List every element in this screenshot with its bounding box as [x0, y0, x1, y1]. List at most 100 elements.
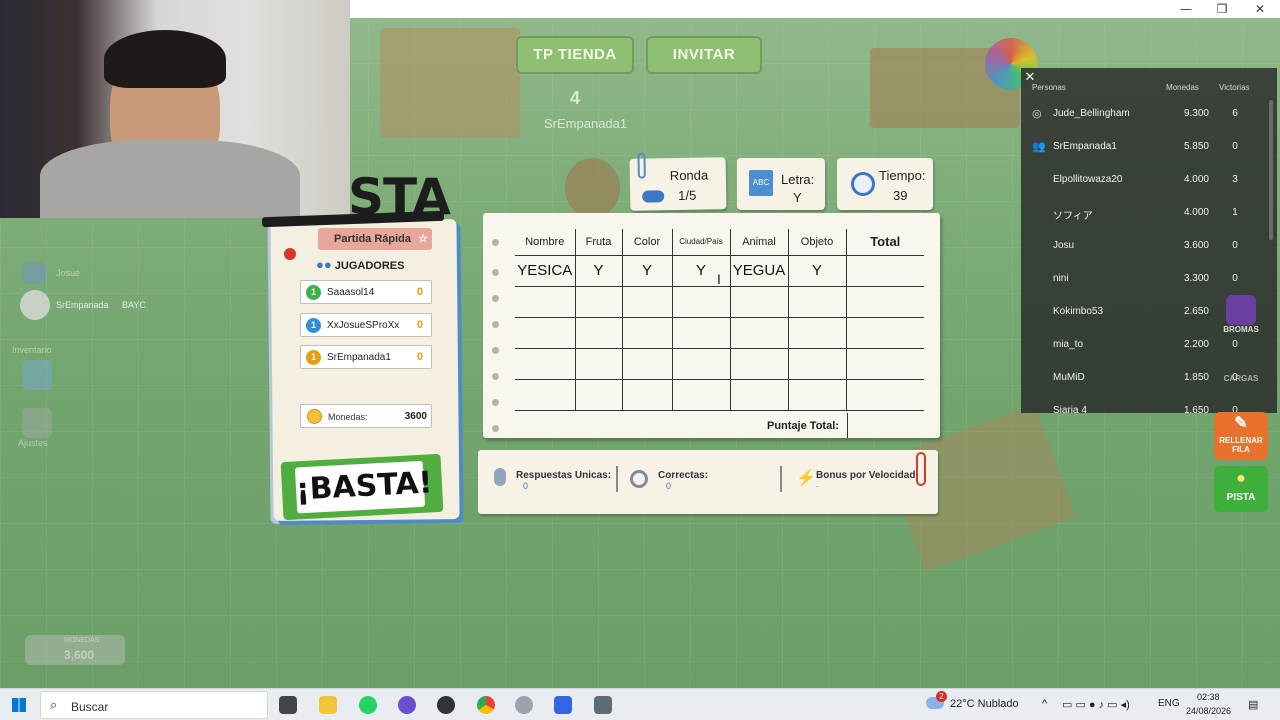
answer-cell-color[interactable]: Y — [622, 254, 673, 287]
leaderboard-close-icon[interactable]: ✕ — [1022, 69, 1038, 85]
answer-cell[interactable] — [515, 286, 576, 318]
leaderboard-row[interactable]: Josu 3.600 0 — [1021, 230, 1277, 263]
clock-time[interactable]: 02:38 — [1197, 692, 1220, 702]
leaderboard-name: ソフィア — [1053, 211, 1093, 222]
leaderboard-row[interactable]: ◎ Jude_Bellingham 9.300 6 — [1021, 98, 1277, 131]
answer-cell[interactable] — [515, 379, 576, 411]
answer-cell[interactable] — [622, 379, 673, 411]
player-nametag: SrEmpanada1 — [544, 116, 628, 131]
answer-cell[interactable] — [788, 348, 847, 380]
answer-cell[interactable] — [515, 317, 576, 349]
leaderboard-coins: 4.000 — [1183, 207, 1209, 218]
app-icon[interactable] — [594, 696, 612, 714]
answer-cell[interactable] — [575, 317, 623, 349]
shop-teleport-button[interactable]: TP TIENDA — [516, 36, 634, 74]
roblox-icon[interactable] — [554, 696, 572, 714]
answer-cell[interactable] — [730, 348, 789, 380]
task-view-icon[interactable] — [279, 696, 297, 714]
leaderboard-coins: 5.850 — [1183, 141, 1209, 152]
language-indicator[interactable]: ENG — [1158, 698, 1180, 709]
taskbar-search[interactable]: ⌕ Buscar — [40, 691, 268, 719]
file-explorer-icon[interactable] — [319, 696, 337, 714]
answer-cell[interactable] — [788, 379, 847, 411]
answer-cell — [846, 348, 924, 380]
gear-icon[interactable] — [22, 408, 52, 438]
friends-icon: 👥 — [1032, 141, 1046, 153]
answer-cell[interactable] — [575, 348, 623, 380]
answer-cell — [846, 379, 924, 411]
answer-cell[interactable] — [788, 317, 847, 349]
lightning-icon: ⚡ — [796, 470, 816, 487]
loads-button[interactable]: CARGAS — [1214, 374, 1268, 398]
obs-icon[interactable] — [437, 696, 455, 714]
player-score: 0 — [416, 351, 423, 363]
answer-cell[interactable] — [515, 348, 576, 380]
invite-button[interactable]: INVITAR — [646, 36, 762, 74]
settings-label[interactable]: Ajustes — [18, 438, 48, 448]
discord-icon[interactable] — [22, 262, 46, 284]
notification-icon[interactable]: ▤ — [1248, 698, 1258, 711]
answer-cell[interactable] — [672, 317, 731, 349]
table-row — [515, 286, 924, 318]
close-window-button[interactable]: ✕ — [1242, 0, 1278, 18]
friend-name: Josue — [56, 268, 81, 278]
answer-cell[interactable] — [672, 348, 731, 380]
minimize-button[interactable]: — — [1168, 0, 1204, 18]
leaderboard-row[interactable]: ソフィア 4.000 1 — [1021, 197, 1277, 230]
answer-cell[interactable] — [622, 348, 673, 380]
answer-cell[interactable] — [622, 286, 673, 318]
app-icon[interactable] — [398, 696, 416, 714]
whatsapp-icon[interactable] — [359, 696, 377, 714]
fill-row-icon: ✎ — [1234, 415, 1248, 432]
answer-cell[interactable] — [622, 317, 673, 349]
leaderboard-wins: 0 — [1232, 141, 1238, 152]
unique-answers-icon — [494, 468, 506, 486]
answer-cell[interactable] — [575, 379, 623, 411]
answer-cell[interactable] — [730, 286, 789, 318]
chevron-up-icon[interactable]: ^ — [1042, 698, 1047, 710]
prank-icon — [1226, 295, 1256, 325]
coins-hud-value: 3,600 — [64, 648, 95, 662]
target-icon — [630, 470, 648, 488]
player-rank-badge: 1 — [306, 350, 321, 365]
hint-button[interactable]: ● PISTA — [1214, 466, 1268, 512]
leaderboard-row[interactable]: nini 3.300 0 — [1021, 263, 1277, 296]
search-icon: ⌕ — [50, 697, 58, 712]
chrome-icon[interactable] — [477, 696, 495, 714]
answer-cell[interactable] — [730, 317, 789, 349]
leaderboard-scrollbar[interactable] — [1269, 100, 1273, 240]
leaderboard-row[interactable]: Elpollitowaza20 4.000 3 — [1021, 164, 1277, 197]
inventory-label[interactable]: Inventario — [12, 345, 52, 355]
leaderboard-panel: Personas Monedas Victorias ◎ Jude_Belling… — [1021, 68, 1277, 413]
answer-cell[interactable] — [788, 286, 847, 318]
fill-row-button[interactable]: ✎ RELLENAR FILA — [1214, 412, 1268, 460]
answer-cell-animal[interactable]: YEGUA — [730, 254, 789, 287]
app-icon[interactable] — [515, 696, 533, 714]
answer-cell-nombre[interactable]: YESICA — [515, 254, 576, 287]
answer-table: Nombre Fruta Color Ciudad/País Animal Ob… — [515, 229, 924, 411]
answer-cell-fruta[interactable]: Y — [575, 254, 623, 287]
leaderboard-wins: 6 — [1232, 108, 1238, 119]
answer-cell[interactable] — [575, 286, 623, 318]
answer-cell[interactable] — [730, 379, 789, 411]
leaderboard-row[interactable]: 👥 SrEmpanada1 5.850 0 — [1021, 131, 1277, 164]
answer-cell-ciudad[interactable]: Y — [672, 254, 731, 287]
column-header: Objeto — [788, 229, 847, 255]
answer-cell-objeto[interactable]: Y — [788, 254, 847, 287]
inventory-icon[interactable] — [22, 360, 52, 390]
correct-value: 0 — [666, 481, 672, 491]
windows-start-icon[interactable] — [12, 698, 26, 712]
tray-icons[interactable]: ▭ ▭ ● ♪ ▭ ◂) — [1062, 698, 1130, 711]
leaderboard-header-coins: Monedas — [1166, 83, 1199, 92]
player-avatar[interactable] — [20, 290, 50, 320]
answer-cell[interactable] — [672, 286, 731, 318]
answer-cell[interactable] — [672, 379, 731, 411]
clock-date[interactable]: 24/08/2026 — [1186, 706, 1231, 716]
player-name: SrEmpanada1 — [327, 352, 391, 363]
weather-text[interactable]: 22°C Nublado — [950, 698, 1019, 710]
basta-button[interactable]: ¡BASTA! — [280, 453, 444, 521]
maximize-button[interactable]: ❐ — [1204, 0, 1240, 18]
fill-row-label: RELLENAR FILA — [1219, 436, 1263, 454]
player-name: Saaasol14 — [327, 287, 375, 298]
pranks-button[interactable]: BROMAS — [1214, 295, 1268, 343]
